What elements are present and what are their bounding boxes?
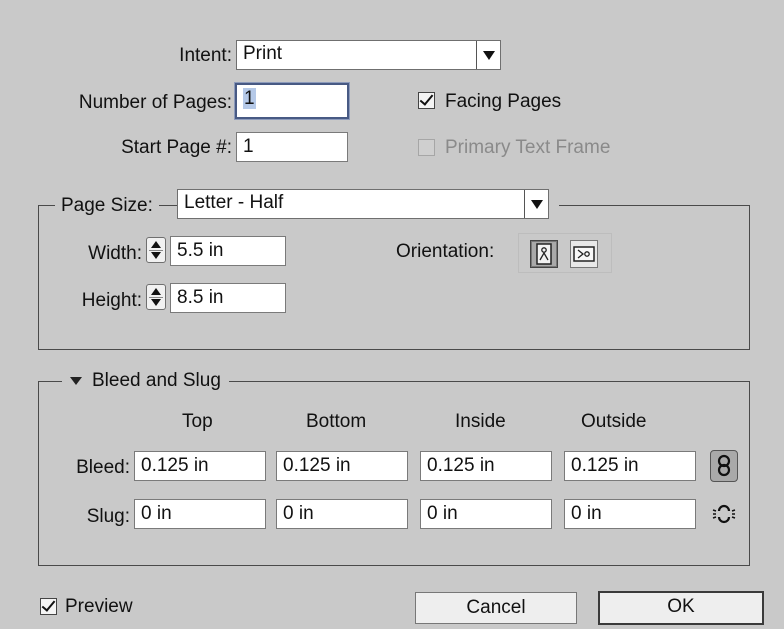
width-value: 5.5 in <box>177 240 224 261</box>
preview-label: Preview <box>65 596 133 617</box>
primary-text-frame-checkbox[interactable] <box>418 139 435 156</box>
slug-bottom-value: 0 in <box>283 503 314 524</box>
start-page-label: Start Page #: <box>121 137 232 158</box>
facing-pages-checkbox[interactable] <box>418 91 435 109</box>
page-size-value: Letter - Half <box>184 192 284 213</box>
intent-dropdown[interactable]: Print <box>236 40 501 70</box>
facing-pages-label: Facing Pages <box>445 91 562 112</box>
chevron-down-icon <box>476 41 500 69</box>
slug-outside-input[interactable]: 0 in <box>564 499 696 529</box>
slug-label: Slug: <box>86 506 130 527</box>
slug-inside-value: 0 in <box>427 503 458 524</box>
arrow-down-icon <box>151 252 161 259</box>
arrow-up-icon <box>151 241 161 248</box>
ok-button[interactable]: OK <box>598 591 764 625</box>
portrait-button[interactable] <box>530 240 558 268</box>
divider <box>149 297 163 298</box>
bleed-top-value: 0.125 in <box>141 455 209 476</box>
preview-checkbox[interactable] <box>40 597 57 615</box>
arrow-down-icon <box>151 299 161 306</box>
number-of-pages-input[interactable]: 1 <box>235 83 349 119</box>
slug-inside-input[interactable]: 0 in <box>420 499 552 529</box>
page-size-group <box>38 205 750 350</box>
page-size-label: Page Size: <box>55 195 159 217</box>
checkmark-icon <box>419 91 434 106</box>
disclosure-triangle-icon <box>70 376 82 385</box>
bleed-top-input[interactable]: 0.125 in <box>134 451 266 481</box>
slug-top-value: 0 in <box>141 503 172 524</box>
number-of-pages-value: 1 <box>243 88 256 109</box>
height-stepper[interactable] <box>146 284 166 310</box>
height-value: 8.5 in <box>177 287 224 308</box>
width-stepper[interactable] <box>146 237 166 263</box>
width-label: Width: <box>88 243 142 264</box>
portrait-icon <box>536 243 552 265</box>
width-input[interactable]: 5.5 in <box>170 236 286 266</box>
intent-label: Intent: <box>179 45 232 66</box>
chevron-down-icon <box>524 190 548 218</box>
bleed-link-button[interactable] <box>710 450 738 482</box>
column-header-bottom: Bottom <box>306 411 367 432</box>
column-header-top: Top <box>182 411 213 432</box>
bleed-outside-value: 0.125 in <box>571 455 639 476</box>
primary-text-frame-label: Primary Text Frame <box>445 137 611 158</box>
landscape-button[interactable] <box>570 240 598 268</box>
height-input[interactable]: 8.5 in <box>170 283 286 313</box>
broken-chain-icon <box>712 504 736 524</box>
chain-link-icon <box>717 454 731 477</box>
bleed-inside-input[interactable]: 0.125 in <box>420 451 552 481</box>
column-header-outside: Outside <box>581 411 647 432</box>
checkmark-icon <box>41 597 56 612</box>
column-header-inside: Inside <box>455 411 506 432</box>
slug-link-button[interactable] <box>710 498 738 530</box>
bleed-slug-disclosure[interactable]: Bleed and Slug <box>62 370 229 394</box>
slug-bottom-input[interactable]: 0 in <box>276 499 408 529</box>
arrow-up-icon <box>151 288 161 295</box>
slug-outside-value: 0 in <box>571 503 602 524</box>
bleed-outside-input[interactable]: 0.125 in <box>564 451 696 481</box>
start-page-value: 1 <box>243 136 254 157</box>
bleed-bottom-input[interactable]: 0.125 in <box>276 451 408 481</box>
bleed-bottom-value: 0.125 in <box>283 455 351 476</box>
number-of-pages-label: Number of Pages: <box>78 92 232 113</box>
group-gap <box>549 198 559 212</box>
bleed-inside-value: 0.125 in <box>427 455 495 476</box>
landscape-icon <box>573 246 595 262</box>
orientation-label: Orientation: <box>396 241 495 262</box>
intent-value: Print <box>243 43 283 64</box>
height-label: Height: <box>81 290 142 311</box>
cancel-button[interactable]: Cancel <box>415 592 577 624</box>
divider <box>149 250 163 251</box>
bleed-label: Bleed: <box>76 457 130 478</box>
slug-top-input[interactable]: 0 in <box>134 499 266 529</box>
bleed-slug-title: Bleed and Slug <box>92 370 221 391</box>
start-page-input[interactable]: 1 <box>236 132 348 162</box>
page-size-dropdown[interactable]: Letter - Half <box>177 189 549 219</box>
